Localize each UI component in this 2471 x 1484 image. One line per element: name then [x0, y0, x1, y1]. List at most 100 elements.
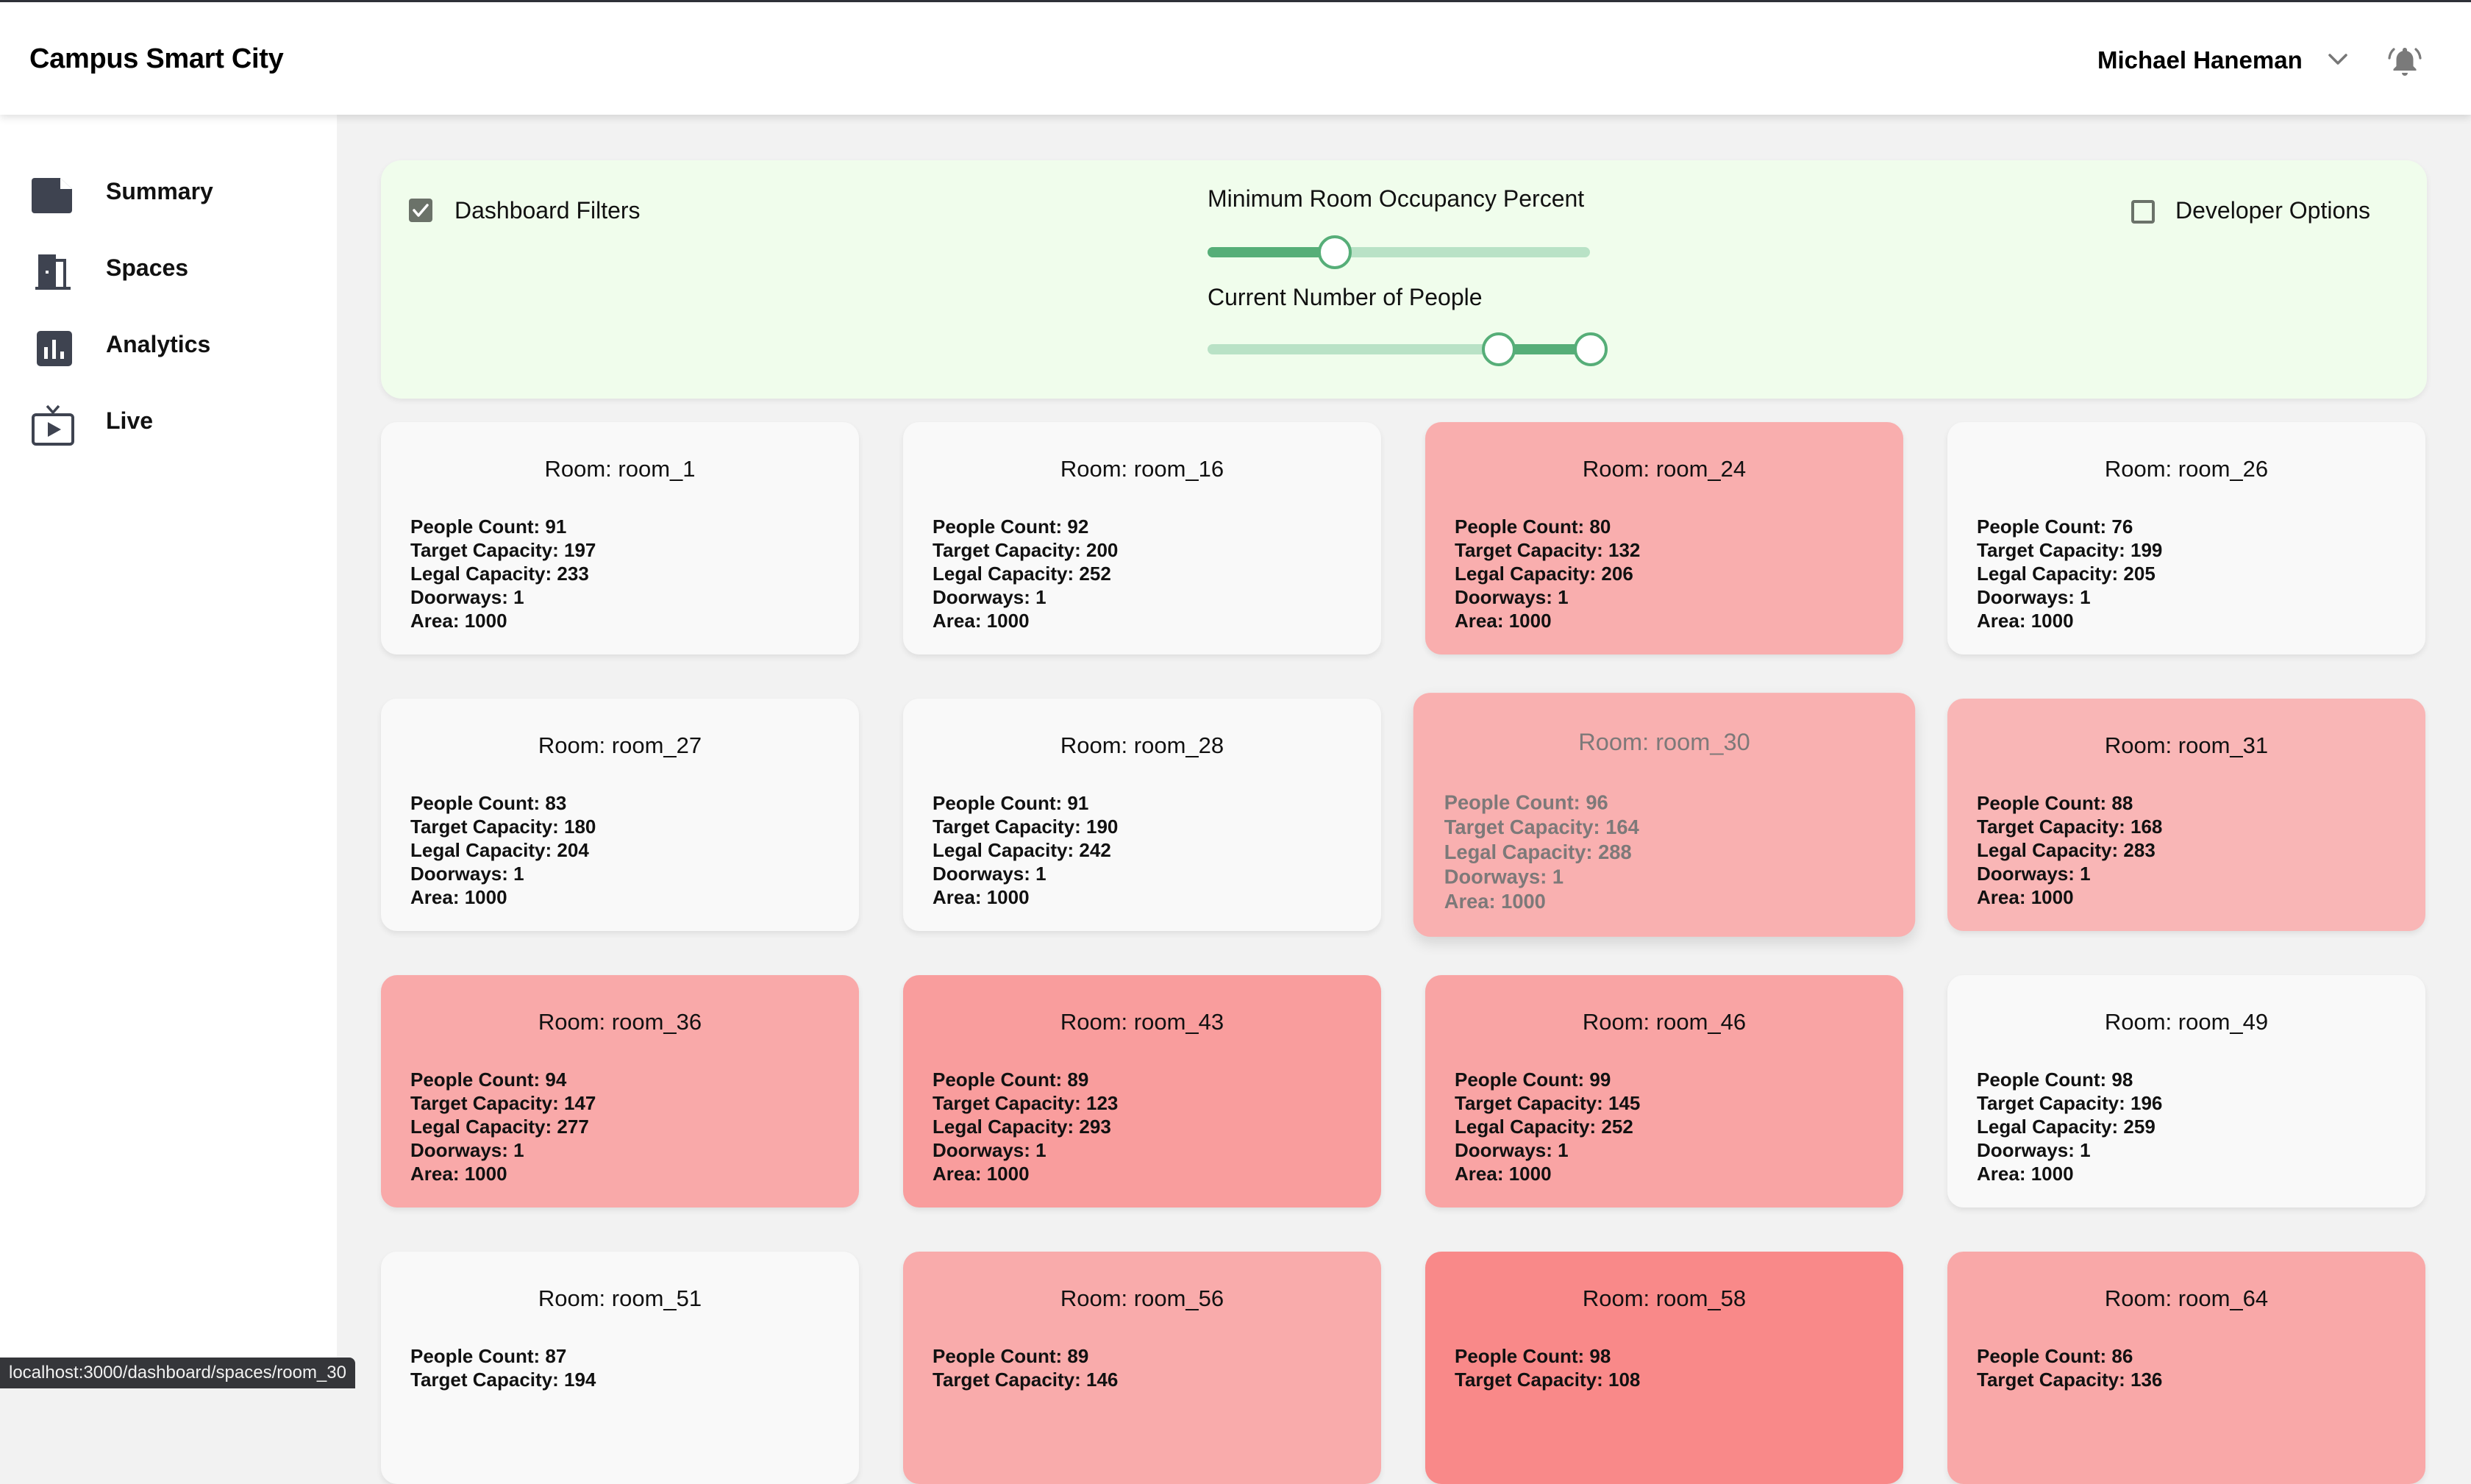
room-card[interactable]: Room: room_30 People Count: 96 Target Capa…	[1413, 693, 1916, 937]
area: Area: 1000	[1455, 1163, 1552, 1185]
checkmark-icon	[413, 204, 429, 217]
room-title: Room: room_49	[2104, 1009, 2269, 1035]
room-card[interactable]: Room: room_26 People Count: 76 Target Capa…	[1947, 422, 2425, 654]
room-title: Room: room_36	[538, 1009, 702, 1035]
document-icon	[32, 178, 72, 213]
room-title: Room: room_26	[2104, 456, 2269, 482]
bell-ringing-icon[interactable]	[2387, 43, 2422, 79]
developer-options-label[interactable]: Developer Options	[2175, 197, 2370, 224]
doorways: Doorways: 1	[1977, 1139, 2091, 1161]
target-capacity: Target Capacity: 196	[1977, 1092, 2163, 1114]
room-stats: People Count: 91 Target Capacity: 197 Lega…	[410, 515, 596, 632]
room-title: Room: room_58	[1582, 1285, 1747, 1311]
legal-capacity: Legal Capacity: 252	[1455, 1116, 1633, 1138]
legal-capacity: Legal Capacity: 205	[1977, 563, 2156, 585]
filter-panel: Dashboard Filters Minimum Room Occupancy…	[381, 160, 2427, 399]
room-title: Room: room_56	[1060, 1285, 1224, 1311]
doorways: Doorways: 1	[410, 1139, 524, 1161]
room-card[interactable]: Room: room_16 People Count: 92 Target Capa…	[903, 422, 1381, 654]
people-count: People Count: 88	[1977, 792, 2133, 814]
people-count: People Count: 89	[933, 1069, 1089, 1091]
legal-capacity: Legal Capacity: 293	[933, 1116, 1111, 1138]
door-icon	[35, 254, 71, 290]
occupancy-slider[interactable]	[1208, 235, 1590, 269]
legal-capacity: Legal Capacity: 259	[1977, 1116, 2156, 1138]
target-capacity: Target Capacity: 194	[410, 1369, 596, 1391]
sidebar-item-analytics[interactable]: Analytics	[0, 313, 337, 379]
developer-options-checkbox[interactable]	[2131, 200, 2155, 224]
target-capacity: Target Capacity: 145	[1455, 1092, 1641, 1114]
room-card[interactable]: Room: room_27 People Count: 83 Target Capa…	[381, 699, 859, 931]
room-card[interactable]: Room: room_49 People Count: 98 Target Capa…	[1947, 975, 2425, 1207]
slider-track	[1208, 247, 1334, 257]
doorways: Doorways: 1	[1455, 1139, 1569, 1161]
doorways: Doorways: 1	[410, 586, 524, 608]
room-title: Room: room_31	[2104, 732, 2269, 758]
room-card[interactable]: Room: room_43 People Count: 89 Target Capa…	[903, 975, 1381, 1207]
room-card[interactable]: Room: room_36 People Count: 94 Target Capa…	[381, 975, 859, 1207]
room-card[interactable]: Room: room_1 People Count: 91 Target Capac…	[381, 422, 859, 654]
sidebar-item-label: Spaces	[106, 254, 189, 281]
status-bar-url: localhost:3000/dashboard/spaces/room_30	[0, 1358, 355, 1388]
room-card[interactable]: Room: room_31 People Count: 88 Target Capa…	[1947, 699, 2425, 931]
room-title: Room: room_30	[1578, 728, 1750, 756]
target-capacity: Target Capacity: 200	[933, 539, 1119, 561]
legal-capacity: Legal Capacity: 204	[410, 839, 589, 861]
room-card[interactable]: Room: room_51 People Count: 87 Target Capa…	[381, 1252, 859, 1484]
sidebar-item-summary[interactable]: Summary	[0, 160, 337, 226]
legal-capacity: Legal Capacity: 283	[1977, 839, 2156, 861]
room-stats: People Count: 96 Target Capacity: 164 Lega…	[1444, 790, 1639, 913]
people-count: People Count: 99	[1455, 1069, 1611, 1091]
room-title: Room: room_43	[1060, 1009, 1224, 1035]
app-title: Campus Smart City	[29, 43, 284, 74]
room-title: Room: room_1	[544, 456, 696, 482]
room-title: Room: room_27	[538, 732, 702, 758]
room-stats: People Count: 89 Target Capacity: 146	[933, 1344, 1118, 1391]
dashboard-filters-checkbox[interactable]	[409, 199, 432, 222]
room-title: Room: room_64	[2104, 1285, 2269, 1311]
people-count: People Count: 86	[1977, 1345, 2133, 1367]
legal-capacity: Legal Capacity: 242	[933, 839, 1111, 861]
target-capacity: Target Capacity: 146	[933, 1369, 1119, 1391]
room-card[interactable]: Room: room_56 People Count: 89 Target Capa…	[903, 1252, 1381, 1484]
people-range-slider[interactable]	[1208, 332, 1608, 366]
doorways: Doorways: 1	[410, 863, 524, 885]
area: Area: 1000	[1455, 610, 1552, 632]
occupancy-slider-label: Minimum Room Occupancy Percent	[1208, 185, 1585, 212]
room-stats: People Count: 89 Target Capacity: 123 Lega…	[933, 1068, 1118, 1185]
people-slider-min-thumb[interactable]	[1482, 332, 1516, 366]
room-title: Room: room_46	[1582, 1009, 1747, 1035]
target-capacity: Target Capacity: 132	[1455, 539, 1641, 561]
room-card[interactable]: Room: room_58 People Count: 98 Target Capa…	[1425, 1252, 1903, 1484]
legal-capacity: Legal Capacity: 252	[933, 563, 1111, 585]
dashboard-filters-label[interactable]: Dashboard Filters	[454, 197, 641, 224]
sidebar-item-spaces[interactable]: Spaces	[0, 237, 337, 303]
room-card[interactable]: Room: room_28 People Count: 91 Target Capa…	[903, 699, 1381, 931]
user-menu-button[interactable]: Michael Haneman	[2097, 46, 2303, 74]
live-tv-icon	[32, 404, 74, 446]
sidebar-item-label: Analytics	[106, 331, 211, 357]
bar-chart-icon	[37, 331, 72, 366]
people-count: People Count: 98	[1455, 1345, 1611, 1367]
room-stats: People Count: 98 Target Capacity: 196 Lega…	[1977, 1068, 2162, 1185]
room-stats: People Count: 88 Target Capacity: 168 Lega…	[1977, 791, 2162, 909]
area: Area: 1000	[933, 1163, 1030, 1185]
people-slider-max-thumb[interactable]	[1574, 332, 1608, 366]
target-capacity: Target Capacity: 190	[933, 816, 1119, 838]
room-card[interactable]: Room: room_64 People Count: 86 Target Capa…	[1947, 1252, 2425, 1484]
doorways: Doorways: 1	[1977, 863, 2091, 885]
people-count: People Count: 87	[410, 1345, 567, 1367]
room-card[interactable]: Room: room_24 People Count: 80 Target Capa…	[1425, 422, 1903, 654]
room-card[interactable]: Room: room_46 People Count: 99 Target Capa…	[1425, 975, 1903, 1207]
sidebar-item-live[interactable]: Live	[0, 390, 337, 456]
area: Area: 1000	[410, 610, 507, 632]
area: Area: 1000	[933, 886, 1030, 908]
room-title: Room: room_28	[1060, 732, 1224, 758]
people-count: People Count: 76	[1977, 516, 2133, 538]
legal-capacity: Legal Capacity: 288	[1444, 840, 1632, 864]
doorways: Doorways: 1	[933, 863, 1046, 885]
target-capacity: Target Capacity: 199	[1977, 539, 2163, 561]
occupancy-slider-thumb[interactable]	[1317, 235, 1352, 269]
chevron-down-icon[interactable]	[2325, 49, 2350, 70]
room-stats: People Count: 87 Target Capacity: 194	[410, 1344, 596, 1391]
